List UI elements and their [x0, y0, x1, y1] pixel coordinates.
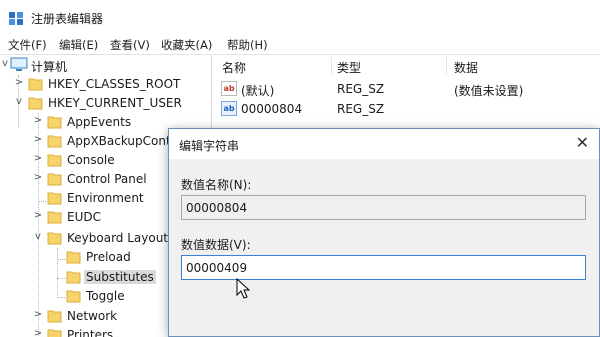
menu-view[interactable]: 查看(V)	[110, 37, 150, 53]
menu-bar: 文件(F) 编辑(E) 查看(V) 收藏夹(A) 帮助(H)	[0, 34, 600, 54]
window-title: 注册表编辑器	[31, 12, 104, 26]
tree-label: 计算机	[31, 60, 68, 74]
value-type: REG_SZ	[337, 82, 385, 96]
regedit-icon	[9, 12, 23, 25]
value-type: REG_SZ	[337, 102, 385, 116]
tree-label: Substitutes	[84, 270, 156, 284]
tree-label: Keyboard Layout	[67, 231, 169, 245]
folder-icon	[47, 329, 62, 337]
column-header-data[interactable]: 数据	[454, 59, 478, 76]
tree-node-hkcr[interactable]: > HKEY_CLASSES_ROOT	[0, 75, 211, 94]
chevron-right-icon[interactable]: >	[33, 328, 43, 337]
column-header-type[interactable]: 类型	[337, 59, 361, 76]
tree-root-computer[interactable]: v 计算机	[0, 56, 211, 75]
column-header-name[interactable]: 名称	[222, 59, 246, 76]
tree-label: AppEvents	[67, 115, 132, 129]
chevron-right-icon[interactable]: >	[33, 134, 43, 145]
tree-label: Toggle	[86, 289, 125, 303]
close-icon[interactable]: ✕	[576, 134, 589, 152]
tree-label: HKEY_CLASSES_ROOT	[48, 77, 181, 91]
menu-file[interactable]: 文件(F)	[8, 37, 47, 53]
title-bar: 注册表编辑器	[0, 0, 600, 34]
chevron-down-icon[interactable]: v	[0, 58, 10, 69]
folder-icon	[47, 192, 62, 205]
chevron-right-icon[interactable]: >	[33, 210, 43, 221]
value-data: (数值未设置)	[454, 84, 524, 98]
menu-help[interactable]: 帮助(H)	[227, 37, 268, 53]
string-value-icon: ab	[221, 101, 237, 116]
folder-icon	[47, 173, 62, 186]
value-name: (默认)	[241, 84, 275, 98]
chevron-down-icon[interactable]: v	[33, 231, 43, 242]
column-divider[interactable]	[446, 57, 447, 75]
folder-icon	[66, 251, 81, 264]
folder-icon	[47, 211, 62, 224]
tree-label: Environment	[67, 191, 144, 205]
folder-icon	[28, 78, 43, 91]
chevron-right-icon[interactable]: >	[14, 77, 24, 88]
folder-icon	[66, 290, 81, 303]
menu-favorites[interactable]: 收藏夹(A)	[161, 37, 212, 53]
tree-label: Network	[67, 309, 118, 323]
value-row[interactable]: ab 00000804 REG_SZ	[213, 100, 600, 119]
chevron-right-icon[interactable]: >	[33, 153, 43, 164]
value-name-label: 数值名称(N):	[181, 178, 252, 192]
computer-icon	[10, 57, 28, 71]
folder-icon	[47, 135, 62, 148]
edit-string-dialog[interactable]: 编辑字符串 ✕ 数值名称(N): 数值数据(V):	[168, 128, 600, 337]
string-value-icon: ab	[221, 81, 237, 96]
tree-label: HKEY_CURRENT_USER	[48, 96, 182, 110]
menu-edit[interactable]: 编辑(E)	[59, 37, 98, 53]
value-name: 00000804	[241, 102, 303, 116]
dialog-title: 编辑字符串	[179, 139, 240, 153]
tree-label: Console	[67, 153, 115, 167]
tree-label: AppXBackupConte	[67, 134, 179, 148]
value-data-label: 数值数据(V):	[181, 238, 251, 252]
value-data-field[interactable]	[181, 255, 586, 280]
dialog-title-bar[interactable]: 编辑字符串 ✕	[169, 129, 599, 159]
tree-label: Preload	[86, 250, 131, 264]
mouse-cursor-icon	[236, 278, 251, 299]
tree-label: Printers	[67, 328, 114, 337]
folder-icon	[28, 97, 43, 110]
tree-node-hkcu[interactable]: v HKEY_CURRENT_USER	[0, 94, 211, 113]
chevron-down-icon[interactable]: v	[14, 96, 24, 107]
column-divider[interactable]	[331, 57, 332, 75]
chevron-right-icon[interactable]: >	[33, 309, 43, 320]
chevron-right-icon[interactable]: >	[33, 115, 43, 126]
folder-open-icon	[47, 232, 62, 245]
value-name-field[interactable]	[181, 195, 586, 220]
folder-open-icon	[66, 271, 81, 284]
tree-label: Control Panel	[67, 172, 147, 186]
folder-icon	[47, 154, 62, 167]
tree-label: EUDC	[67, 210, 101, 224]
folder-icon	[47, 116, 62, 129]
value-row[interactable]: ab (默认) REG_SZ (数值未设置)	[213, 80, 600, 99]
folder-icon	[47, 310, 62, 323]
chevron-right-icon[interactable]: >	[33, 172, 43, 183]
